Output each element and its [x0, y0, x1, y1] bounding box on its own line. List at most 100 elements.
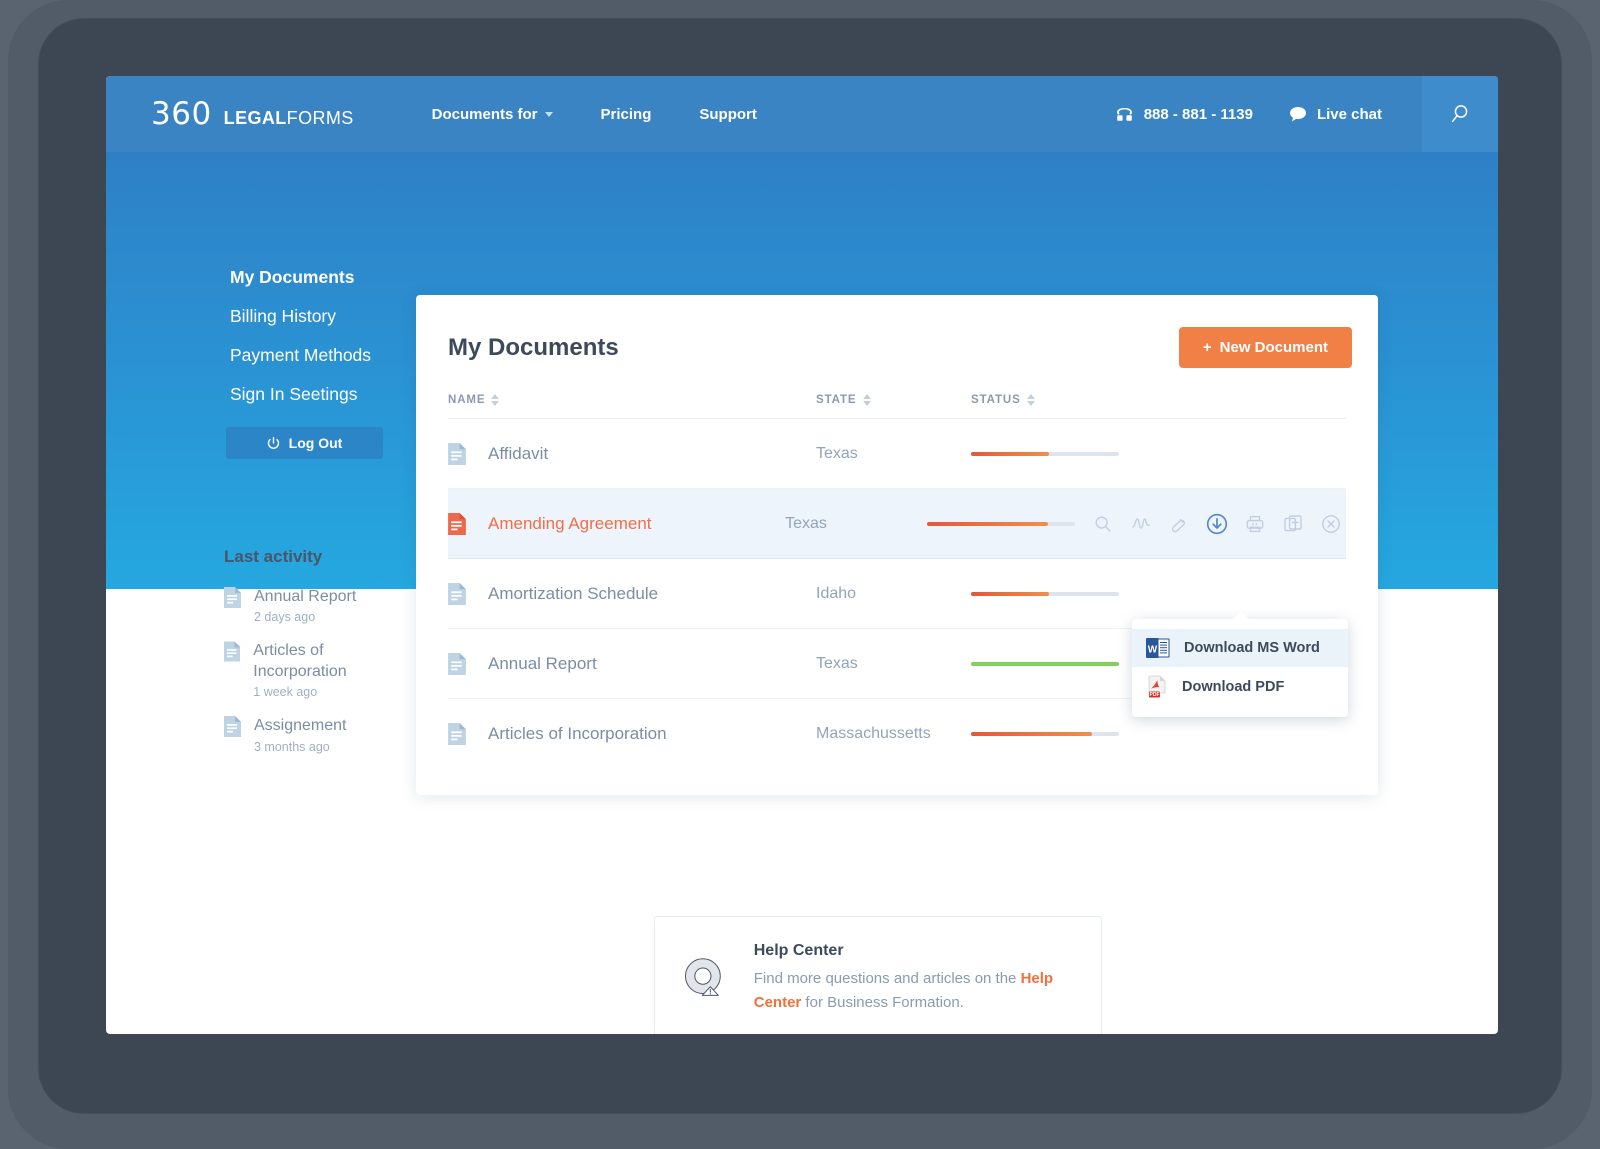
cell-state: Massachussetts [816, 725, 931, 742]
phone-icon [1116, 107, 1132, 121]
live-chat-block[interactable]: Live chat [1289, 106, 1382, 123]
activity-item-time: 3 months ago [254, 739, 330, 754]
column-name-label: NAME [448, 394, 486, 406]
document-icon [448, 582, 466, 605]
column-state-label: STATE [816, 394, 857, 406]
page-title: My Documents [448, 333, 619, 361]
nav-link-support[interactable]: Support [699, 106, 757, 123]
edit-icon[interactable] [1168, 513, 1190, 535]
duplicate-icon[interactable] [1282, 513, 1304, 535]
document-name-link[interactable]: Affidavit [488, 444, 548, 464]
main-nav-links: Documents for Pricing Support [432, 106, 757, 123]
download-pdf-label: Download PDF [1182, 679, 1285, 695]
nav-link-documents-for[interactable]: Documents for [432, 106, 553, 123]
cell-document-name: Affidavit [448, 442, 816, 465]
progress-fill [971, 732, 1093, 736]
progress-fill [971, 451, 1050, 456]
sidebar-nav: My Documents Billing History Payment Met… [230, 267, 416, 405]
delete-icon[interactable] [1320, 513, 1342, 535]
progress-fill [971, 591, 1050, 596]
cell-document-name: Articles of Incorporation [448, 723, 816, 745]
sidebar-item-billing-history[interactable]: Billing History [230, 306, 416, 327]
sidebar-item-payment-methods[interactable]: Payment Methods [230, 345, 416, 366]
column-status-label: STATUS [971, 394, 1021, 406]
my-documents-card: My Documents + New Document NAME STATE S… [416, 295, 1378, 795]
download-pdf-item[interactable]: PDF Download PDF [1132, 667, 1348, 707]
nav-right-group: 888 - 881 - 1139 Live chat [1115, 76, 1498, 152]
cell-status [971, 591, 1151, 596]
sidebar-item-my-documents[interactable]: My Documents [230, 267, 416, 288]
cell-status [927, 521, 1092, 526]
activity-list-item[interactable]: Articles of Incorporation 1 week ago [224, 641, 414, 700]
column-header-name[interactable]: NAME [448, 394, 816, 406]
activity-list-item[interactable]: Annual Report 2 days ago [224, 587, 414, 625]
activity-list-item[interactable]: Assignement 3 months ago [224, 716, 414, 754]
account-sidebar: My Documents Billing History Payment Met… [106, 152, 416, 771]
cell-state: Texas [816, 654, 858, 672]
top-navigation-bar: 360 LEGAL FORMS Documents for Pricing Sup… [106, 76, 1498, 152]
document-icon [448, 723, 466, 745]
activity-item-time: 2 days ago [254, 610, 316, 625]
progress-track [971, 732, 1119, 736]
table-row[interactable]: Affidavit Texas [448, 419, 1346, 489]
download-icon[interactable] [1206, 513, 1228, 535]
print-icon[interactable] [1244, 513, 1266, 535]
phone-number-text: 888 - 881 - 1139 [1143, 105, 1253, 123]
activity-item-time: 1 week ago [253, 685, 318, 700]
nav-link-pricing[interactable]: Pricing [601, 106, 652, 123]
browser-screen: 360 LEGAL FORMS Documents for Pricing Sup… [106, 76, 1498, 1034]
download-ms-word-item[interactable]: W Download MS Word [1132, 629, 1348, 667]
progress-track [927, 521, 1076, 526]
document-name-link[interactable]: Annual Report [488, 654, 597, 674]
svg-text:W: W [1148, 645, 1158, 656]
logo-legal-text: LEGAL [223, 108, 287, 128]
progress-fill [971, 661, 1119, 666]
document-icon [224, 587, 241, 608]
page-body: My Documents Billing History Payment Met… [106, 152, 1498, 1034]
document-name-link[interactable]: Articles of Incorporation [488, 724, 667, 744]
logo-forms-text: FORMS [286, 108, 354, 128]
chat-bubble-icon [1289, 107, 1306, 122]
device-bezel-outer: 360 LEGAL FORMS Documents for Pricing Sup… [8, 0, 1592, 1149]
device-bezel-inner: 360 LEGAL FORMS Documents for Pricing Sup… [38, 18, 1562, 1114]
column-header-state[interactable]: STATE [816, 394, 971, 406]
cell-document-name: Amortization Schedule [448, 582, 816, 605]
help-center-card[interactable]: Help Center Find more questions and arti… [654, 916, 1102, 1034]
new-document-button[interactable]: + New Document [1178, 327, 1352, 368]
cell-document-name: Amending Agreement [448, 512, 785, 535]
document-name-link[interactable]: Amending Agreement [488, 514, 652, 534]
pdf-icon: PDF [1148, 675, 1166, 698]
svg-text:PDF: PDF [1150, 692, 1160, 698]
progress-track [971, 591, 1119, 596]
search-button[interactable] [1422, 76, 1498, 152]
logout-button[interactable]: Log Out [226, 427, 383, 459]
plus-icon: + [1202, 339, 1212, 356]
cell-document-name: Annual Report [448, 652, 816, 675]
sort-arrows-icon [1026, 394, 1035, 406]
cell-status [971, 661, 1151, 666]
nav-documents-for-label: Documents for [431, 105, 538, 123]
document-name-link[interactable]: Amortization Schedule [488, 584, 658, 604]
sign-icon[interactable] [1130, 513, 1152, 535]
life-ring-warning-icon [684, 958, 721, 996]
cell-status [971, 451, 1151, 456]
column-header-status[interactable]: STATUS [971, 394, 1151, 406]
help-center-text: Find more questions and articles on the … [754, 967, 1073, 1014]
logo-360-text: 360 [151, 96, 212, 132]
cell-state: Texas [816, 444, 858, 462]
progress-fill [927, 521, 1049, 526]
table-row[interactable]: Amending Agreement Texas [448, 489, 1346, 559]
table-header-row: NAME STATE STATUS [448, 394, 1346, 419]
live-chat-label: Live chat [1316, 105, 1382, 123]
sidebar-item-sign-in-settings[interactable]: Sign In Seetings [230, 384, 416, 405]
document-icon [448, 512, 466, 535]
activity-item-name: Articles of Incorporation [253, 642, 347, 680]
site-logo[interactable]: 360 LEGAL FORMS [151, 96, 354, 132]
power-icon [267, 436, 279, 449]
phone-number-block[interactable]: 888 - 881 - 1139 [1115, 106, 1253, 123]
chevron-down-icon [544, 111, 553, 117]
logout-label: Log Out [288, 435, 343, 451]
preview-icon[interactable] [1092, 513, 1114, 535]
help-text-before: Find more questions and articles on the [753, 970, 1021, 988]
last-activity-title: Last activity [224, 547, 323, 566]
